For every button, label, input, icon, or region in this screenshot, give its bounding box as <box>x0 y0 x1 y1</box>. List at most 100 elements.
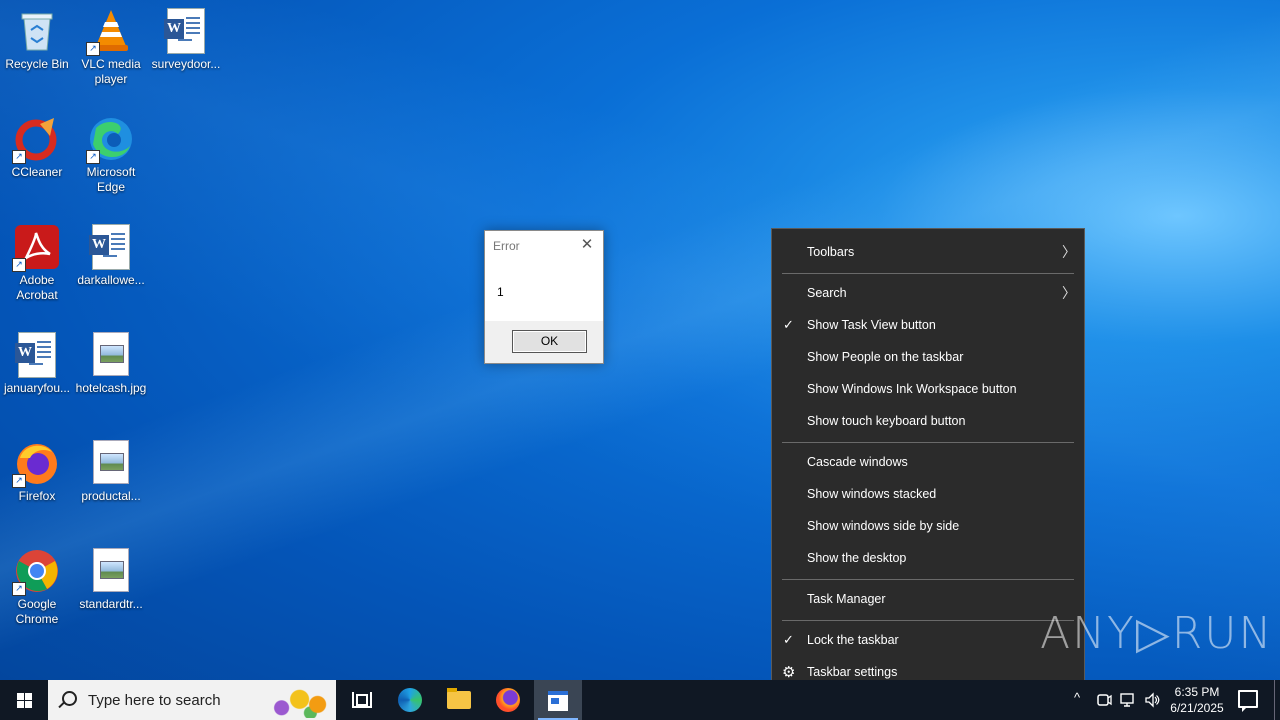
desktop-icon-firefox[interactable]: ↗ Firefox <box>0 434 74 504</box>
firefox-icon: ↗ <box>12 440 60 488</box>
desktop-icon-label: Firefox <box>18 489 56 503</box>
menu-item-label: Taskbar settings <box>807 665 898 679</box>
menu-item-windows-stacked[interactable]: Show windows stacked <box>772 479 1084 511</box>
desktop-icon-label: surveydoor... <box>151 57 221 71</box>
checkmark-icon: ✓ <box>783 317 794 332</box>
network-button[interactable] <box>1118 680 1138 720</box>
active-window-icon <box>548 691 568 711</box>
menu-separator <box>782 620 1074 621</box>
taskbar-clock[interactable]: 6:35 PM 6/21/2025 <box>1164 684 1230 716</box>
shortcut-arrow-icon: ↗ <box>86 42 100 56</box>
show-desktop-button[interactable] <box>1274 680 1275 720</box>
recycle-bin-icon <box>14 8 60 54</box>
error-dialog: Error ✕ 1 OK <box>484 230 604 364</box>
menu-item-label: Show Task View button <box>807 318 936 332</box>
menu-item-show-desktop[interactable]: Show the desktop <box>772 543 1084 575</box>
menu-item-show-task-view[interactable]: ✓ Show Task View button <box>772 310 1084 342</box>
word-document-icon: W <box>14 332 60 378</box>
shortcut-arrow-icon: ↗ <box>86 150 100 164</box>
desktop-icon-recycle-bin[interactable]: Recycle Bin <box>0 2 74 72</box>
close-icon[interactable]: ✕ <box>577 235 597 255</box>
windows-logo-icon <box>17 693 32 708</box>
desktop-icon-label: Recycle Bin <box>5 57 69 71</box>
task-view-button[interactable] <box>336 680 384 720</box>
desktop-icon-label: Adobe Acrobat <box>16 273 58 302</box>
menu-item-show-ink-workspace[interactable]: Show Windows Ink Workspace button <box>772 374 1084 406</box>
menu-separator <box>782 273 1074 274</box>
desktop-icon-label: Microsoft Edge <box>86 165 136 194</box>
desktop-icon-chrome[interactable]: ↗ Google Chrome <box>0 542 74 627</box>
menu-item-label: Cascade windows <box>807 455 908 469</box>
network-icon <box>1120 693 1134 707</box>
menu-item-label: Search <box>807 286 847 300</box>
menu-item-label: Show touch keyboard button <box>807 414 966 428</box>
clock-date: 6/21/2025 <box>1170 701 1224 715</box>
menu-item-search[interactable]: Search 〉 <box>772 278 1084 310</box>
desktop-icon-label: standardtr... <box>79 597 143 611</box>
menu-item-label: Show windows side by side <box>807 519 960 533</box>
menu-item-label: Show the desktop <box>807 551 907 565</box>
menu-item-windows-side-by-side[interactable]: Show windows side by side <box>772 511 1084 543</box>
clock-time: 6:35 PM <box>1174 685 1220 699</box>
image-file-icon <box>88 548 134 594</box>
menu-item-show-people[interactable]: Show People on the taskbar <box>772 342 1084 374</box>
desktop-icon-vlc[interactable]: ↗ VLC media player <box>74 2 148 87</box>
show-hidden-icons-button[interactable]: ^ <box>1070 680 1088 720</box>
menu-separator <box>782 442 1074 443</box>
desktop-icon-productal[interactable]: productal... <box>74 434 148 504</box>
menu-item-show-touch-keyboard[interactable]: Show touch keyboard button <box>772 406 1084 438</box>
menu-item-cascade-windows[interactable]: Cascade windows <box>772 447 1084 479</box>
submenu-arrow-icon: 〉 <box>1062 244 1076 260</box>
volume-button[interactable] <box>1142 680 1162 720</box>
desktop-icon-label: productal... <box>81 489 141 503</box>
edge-icon: ↗ <box>86 116 134 164</box>
shortcut-arrow-icon: ↗ <box>12 474 26 488</box>
checkmark-icon: ✓ <box>783 632 794 647</box>
taskbar-firefox-button[interactable] <box>484 680 532 720</box>
start-button[interactable] <box>0 680 48 720</box>
vlc-icon: ↗ <box>86 8 134 56</box>
search-placeholder: Type here to search <box>88 692 221 709</box>
acrobat-icon: ↗ <box>12 224 60 272</box>
task-view-icon <box>352 692 372 708</box>
desktop-icon-edge[interactable]: ↗ Microsoft Edge <box>74 110 148 195</box>
menu-item-label: Show People on the taskbar <box>807 350 964 364</box>
menu-item-label: Show windows stacked <box>807 487 937 501</box>
taskbar-file-explorer-button[interactable] <box>435 680 483 720</box>
desktop-icon-surveydoor[interactable]: W surveydoor... <box>149 2 223 72</box>
desktop-icon-acrobat[interactable]: ↗ Adobe Acrobat <box>0 218 74 303</box>
menu-item-label: Toolbars <box>807 245 855 259</box>
taskbar-edge-button[interactable] <box>386 680 434 720</box>
image-file-icon <box>88 440 134 486</box>
volume-icon <box>1145 692 1160 708</box>
ok-button[interactable]: OK <box>512 330 587 353</box>
desktop-icon-label: januaryfou... <box>3 381 71 395</box>
word-document-icon: W <box>163 8 209 54</box>
menu-item-label: Show Windows Ink Workspace button <box>807 382 1017 396</box>
taskbar-search-box[interactable]: Type here to search <box>48 680 336 720</box>
dialog-button-bar: OK <box>485 321 603 363</box>
shortcut-arrow-icon: ↗ <box>12 582 26 596</box>
meet-now-button[interactable] <box>1094 680 1114 720</box>
search-icon <box>62 691 77 706</box>
menu-item-label: Lock the taskbar <box>807 633 899 647</box>
desktop-icon-label: Google Chrome <box>15 597 59 626</box>
submenu-arrow-icon: 〉 <box>1062 285 1076 301</box>
chevron-up-icon: ^ <box>1074 690 1081 705</box>
menu-item-lock-taskbar[interactable]: ✓ Lock the taskbar <box>772 625 1084 657</box>
desktop-icon-darkallowe[interactable]: W darkallowe... <box>74 218 148 288</box>
taskbar-context-menu: Toolbars 〉 Search 〉 ✓ Show Task View but… <box>771 228 1085 699</box>
desktop-icon-standardtr[interactable]: standardtr... <box>74 542 148 612</box>
desktop-icon-ccleaner[interactable]: ↗ CCleaner <box>0 110 74 180</box>
menu-item-task-manager[interactable]: Task Manager <box>772 584 1084 616</box>
menu-item-label: Task Manager <box>807 592 886 606</box>
desktop-icon-hotelcash[interactable]: hotelcash.jpg <box>74 326 148 396</box>
dialog-message: 1 <box>497 285 504 299</box>
menu-item-toolbars[interactable]: Toolbars 〉 <box>772 237 1084 269</box>
taskbar-active-window-button[interactable] <box>534 680 582 720</box>
desktop-icon-label: CCleaner <box>11 165 63 179</box>
firefox-icon <box>496 688 520 712</box>
notification-center-icon[interactable] <box>1238 690 1258 712</box>
desktop-icon-januaryfou[interactable]: W januaryfou... <box>0 326 74 396</box>
desktop-icon-label: VLC media player <box>81 57 141 86</box>
